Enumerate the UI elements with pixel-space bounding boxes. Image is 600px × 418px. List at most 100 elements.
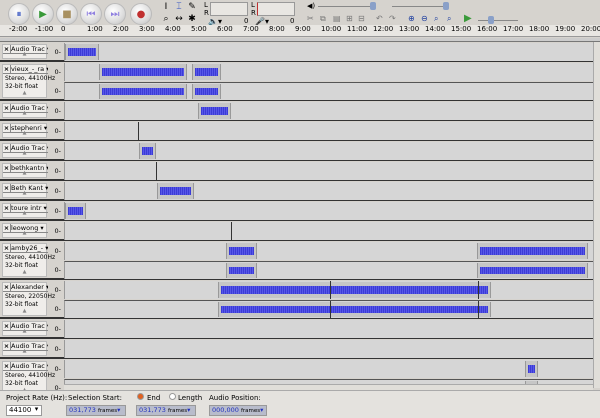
track[interactable]: ×Audio Trac ▾▲ 0- bbox=[0, 43, 593, 62]
track-control-panel[interactable]: × amby26_- ▾ Stereo, 44100Hz 32-bit float ▲ bbox=[2, 243, 55, 277]
track[interactable]: × toure intr ▾ ▲ 0- bbox=[0, 202, 593, 221]
audio-clip[interactable] bbox=[157, 183, 194, 199]
collapse-icon[interactable]: ▲ bbox=[3, 90, 46, 96]
close-icon[interactable]: × bbox=[3, 65, 11, 73]
track-control-panel[interactable]: ×Audio Trac ▾▲ bbox=[2, 321, 48, 336]
play-at-speed-icon[interactable]: ▶ bbox=[464, 13, 472, 24]
waveform-channel[interactable] bbox=[64, 82, 593, 100]
fit-project-icon[interactable]: ⌕ bbox=[447, 14, 451, 24]
track[interactable]: ×vieux_-_ra ▾Stereo, 44100Hz32-bit float… bbox=[0, 63, 593, 101]
playback-meter[interactable] bbox=[210, 2, 248, 16]
track-control-panel[interactable]: ×Audio Trac ▾▲ bbox=[2, 103, 48, 118]
track[interactable]: × stephenri ▾ ▲ 0- bbox=[0, 122, 593, 141]
waveform-channel[interactable] bbox=[64, 102, 593, 120]
waveform-channel[interactable] bbox=[64, 261, 593, 279]
track-control-panel[interactable]: ×vieux_-_ra ▾Stereo, 44100Hz32-bit float… bbox=[2, 64, 55, 98]
copy-icon[interactable]: ⧉ bbox=[320, 14, 326, 24]
selection-start-field[interactable]: 031,773 frames▾ bbox=[66, 405, 126, 416]
vertical-scrollbar[interactable] bbox=[593, 42, 600, 388]
track-control-panel[interactable]: ×Audio Trac ▾▲ bbox=[2, 341, 48, 356]
waveform-channel[interactable] bbox=[64, 320, 593, 338]
play-speed-thumb[interactable] bbox=[488, 16, 494, 24]
length-radio[interactable] bbox=[169, 393, 176, 400]
track[interactable]: × amby26_- ▾ Stereo, 44100Hz 32-bit float ▲ 0… bbox=[0, 242, 593, 280]
end-radio[interactable] bbox=[137, 393, 144, 400]
record-button[interactable]: ● bbox=[130, 3, 152, 25]
envelope-tool-icon[interactable]: ⌶ bbox=[173, 1, 185, 13]
waveform-channel[interactable] bbox=[64, 360, 593, 378]
track-control-panel[interactable]: × toure intr ▾ ▲ bbox=[2, 203, 48, 218]
audio-clip[interactable] bbox=[98, 64, 188, 80]
audio-clip[interactable] bbox=[525, 361, 539, 377]
track[interactable]: × leowong ▾ ▲ 0- bbox=[0, 222, 593, 241]
close-icon[interactable]: × bbox=[3, 244, 11, 252]
waveform-channel[interactable] bbox=[64, 63, 593, 81]
multi-tool-icon[interactable]: ✱ bbox=[186, 13, 198, 25]
close-icon[interactable]: × bbox=[3, 283, 11, 291]
selection-end-field[interactable]: 031,773 frames▾ bbox=[136, 405, 196, 416]
waveform-channel[interactable] bbox=[64, 43, 593, 61]
collapse-icon[interactable]: ▲ bbox=[3, 170, 46, 176]
track-control-panel[interactable]: ×bethkantn ▾▲ bbox=[2, 163, 48, 178]
fit-selection-icon[interactable]: ⌕ bbox=[434, 14, 438, 24]
waveform-channel[interactable] bbox=[64, 142, 593, 160]
waveform-channel[interactable] bbox=[64, 281, 593, 299]
audio-clip[interactable] bbox=[192, 64, 221, 80]
track-name-menu[interactable]: ×vieux_-_ra ▾ bbox=[3, 65, 48, 74]
zoom-out-icon[interactable]: ⊖ bbox=[421, 14, 428, 23]
audio-clip[interactable] bbox=[197, 103, 232, 119]
collapse-icon[interactable]: ▲ bbox=[3, 110, 46, 116]
audio-clip[interactable] bbox=[477, 243, 588, 259]
audio-clip[interactable] bbox=[65, 44, 99, 60]
waveform-channel[interactable] bbox=[64, 242, 593, 260]
waveform-channel[interactable] bbox=[64, 222, 593, 240]
zoom-tool-icon[interactable]: ⌕ bbox=[160, 13, 172, 25]
track[interactable]: ×bethkantn ▾▲ 0- bbox=[0, 162, 593, 181]
play-speed-slider[interactable] bbox=[478, 20, 518, 21]
paste-icon[interactable]: ▤ bbox=[333, 14, 341, 23]
track-control-panel[interactable]: × Beth Kant ▾ ▲ bbox=[2, 183, 48, 198]
playback-volume-slider[interactable] bbox=[318, 6, 374, 7]
selection-tool-icon[interactable]: I bbox=[160, 1, 172, 13]
track[interactable]: ×Audio Trac ▾▲ 0- bbox=[0, 320, 593, 339]
track[interactable]: ×Alexander ▾Stereo, 22050Hz32-bit float▲… bbox=[0, 281, 593, 319]
chevron-down-icon[interactable]: ▾ bbox=[32, 405, 41, 413]
collapse-icon[interactable]: ▲ bbox=[3, 348, 46, 354]
cut-icon[interactable]: ✂ bbox=[307, 14, 314, 23]
track-control-panel[interactable]: ×Audio Trac ▾▲ bbox=[2, 44, 48, 59]
track-control-panel[interactable]: ×Alexander ▾Stereo, 22050Hz32-bit float▲ bbox=[2, 282, 55, 316]
record-meter[interactable] bbox=[257, 2, 295, 16]
audio-clip[interactable] bbox=[192, 84, 221, 99]
audio-clip[interactable] bbox=[98, 84, 188, 99]
track-control-panel[interactable]: × leowong ▾ ▲ bbox=[2, 223, 48, 238]
pause-button[interactable]: ⏸ bbox=[8, 3, 30, 25]
zoom-in-icon[interactable]: ⊕ bbox=[408, 14, 415, 23]
timeline-ruler[interactable]: -2:00 -1:00 0 1:00 2:00 3:00 4:00 5:00 6:00 7:00 8… bbox=[0, 25, 600, 37]
audio-clip[interactable] bbox=[65, 203, 86, 219]
audio-clip[interactable] bbox=[226, 263, 258, 278]
track-name-menu[interactable]: ×Audio Trac ▾ bbox=[3, 362, 48, 371]
track[interactable]: ×Audio Trac ▾▲ 0- bbox=[0, 340, 593, 359]
timeshift-tool-icon[interactable]: ↔ bbox=[173, 13, 185, 25]
collapse-icon[interactable]: ▲ bbox=[3, 308, 46, 314]
collapse-icon[interactable]: ▲ bbox=[3, 190, 46, 196]
collapse-icon[interactable]: ▲ bbox=[3, 230, 46, 236]
draw-tool-icon[interactable]: ✎ bbox=[186, 1, 198, 13]
trim-icon[interactable]: ⊞ bbox=[346, 14, 353, 23]
collapse-icon[interactable]: ▲ bbox=[3, 150, 46, 156]
waveform-channel[interactable] bbox=[64, 202, 593, 220]
collapse-icon[interactable]: ▲ bbox=[3, 269, 46, 275]
playback-volume-thumb[interactable] bbox=[370, 2, 376, 10]
audio-clip[interactable] bbox=[226, 243, 258, 259]
skip-end-button[interactable]: ⏭ bbox=[104, 3, 126, 25]
skip-start-button[interactable]: ⏮ bbox=[80, 3, 102, 25]
audio-clip[interactable] bbox=[218, 302, 492, 317]
audio-position-field[interactable]: 000,000 frames▾ bbox=[209, 405, 267, 416]
waveform-channel[interactable] bbox=[64, 122, 593, 140]
track-name-menu[interactable]: ×Alexander ▾ bbox=[3, 283, 48, 292]
track[interactable]: ×Audio Trac ▾▲ 0- bbox=[0, 142, 593, 161]
waveform-channel[interactable] bbox=[64, 162, 593, 180]
silence-icon[interactable]: ⊟ bbox=[358, 14, 365, 23]
track[interactable]: × Beth Kant ▾ ▲ 0- bbox=[0, 182, 593, 201]
collapse-icon[interactable]: ▲ bbox=[3, 51, 46, 57]
